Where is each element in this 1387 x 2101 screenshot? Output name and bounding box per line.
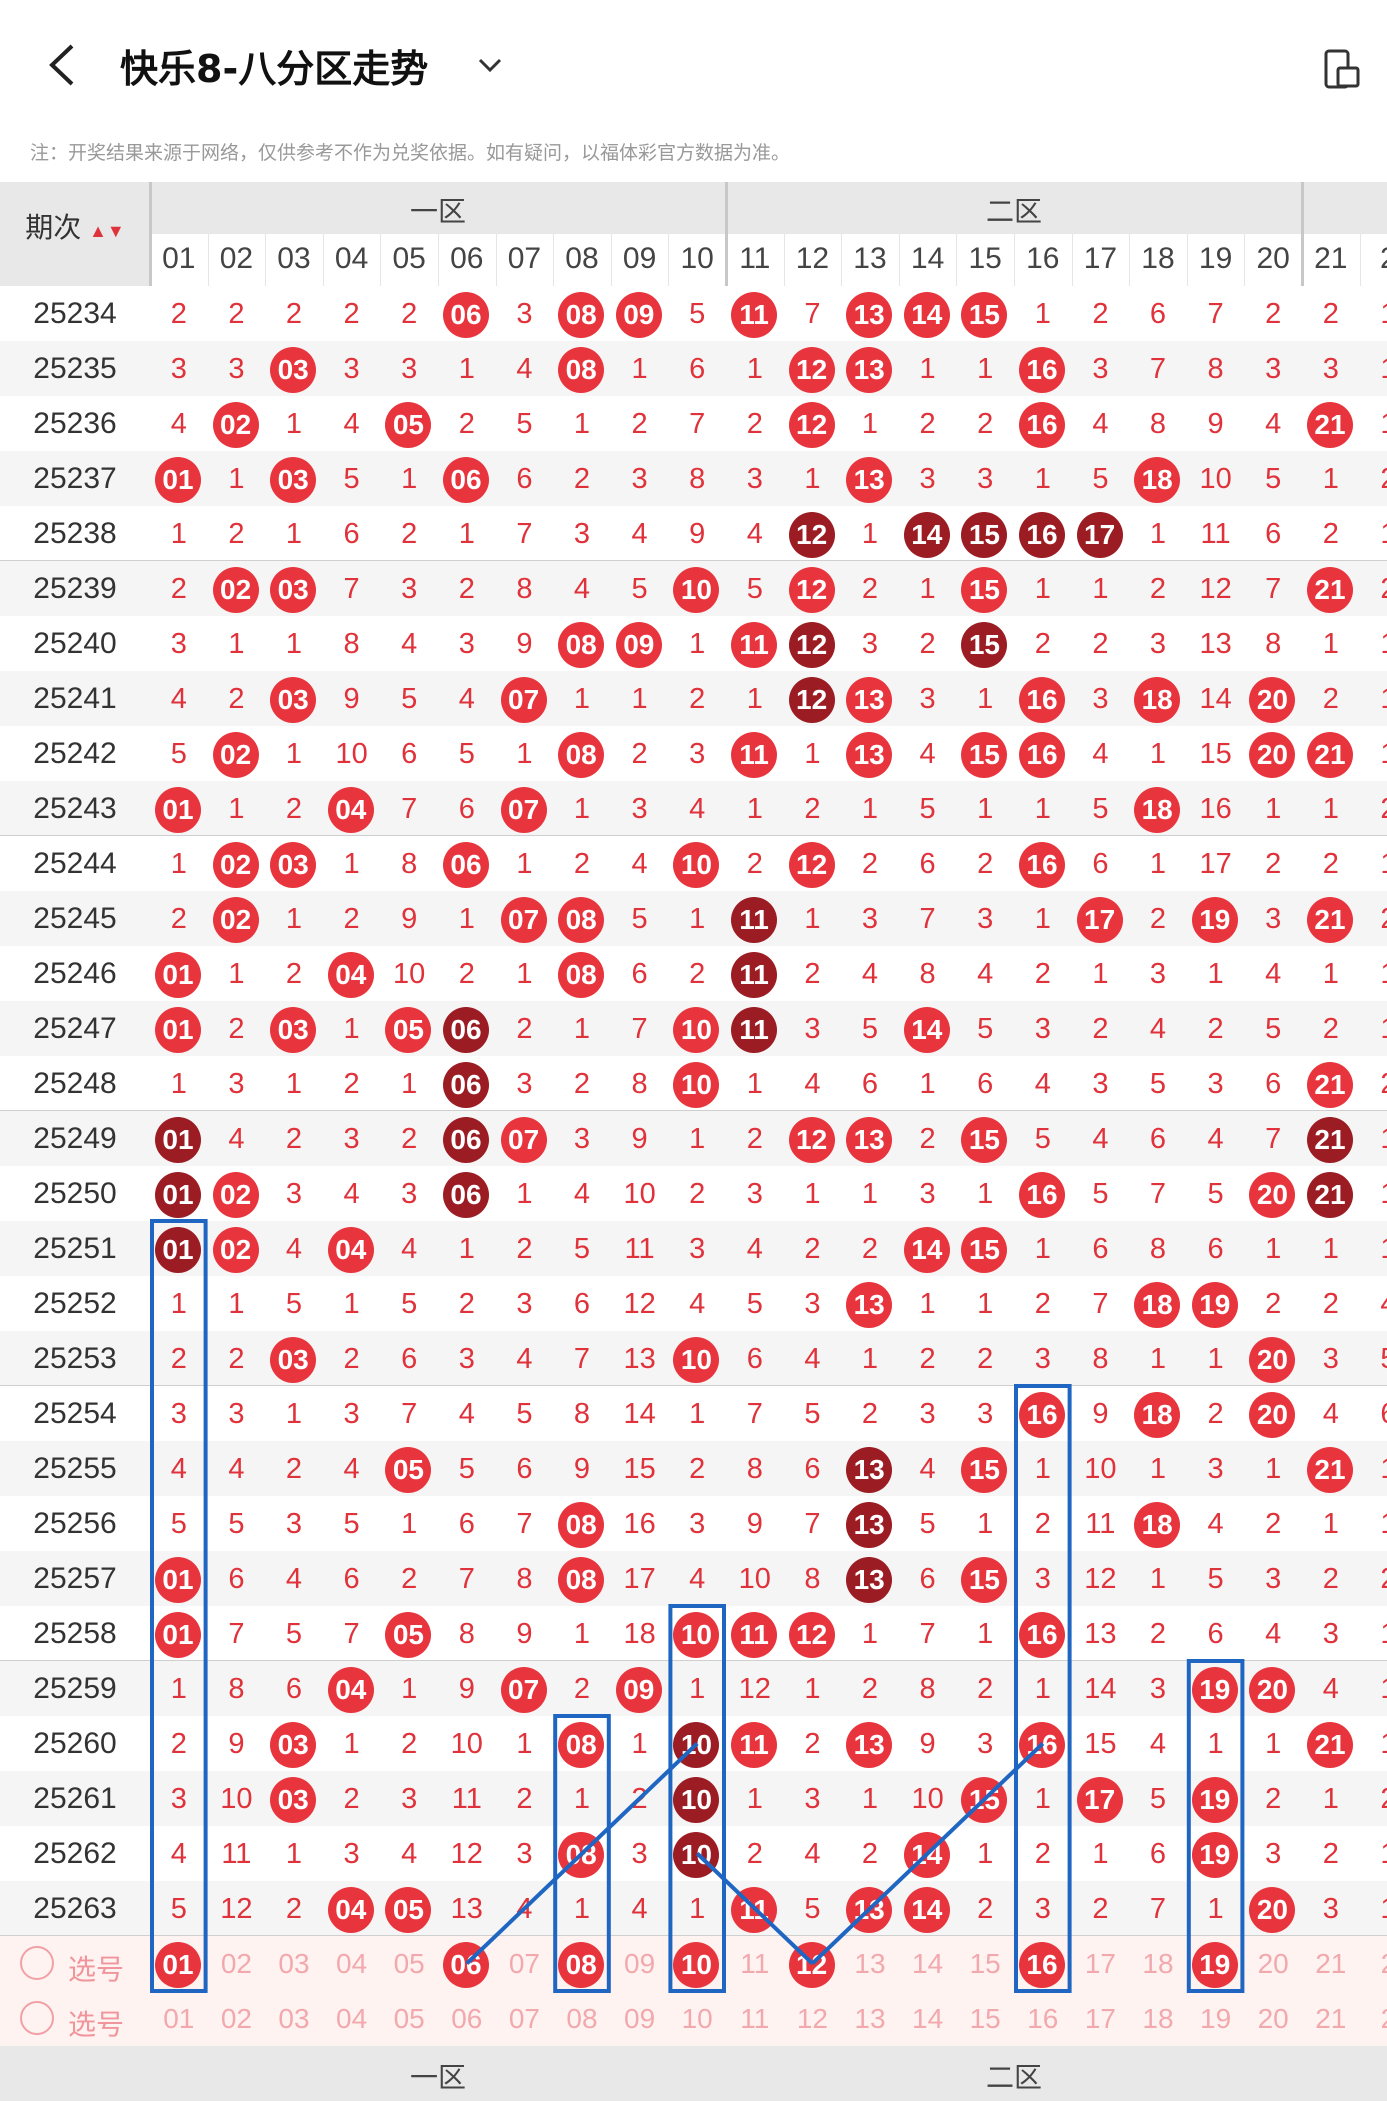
box-col-16 bbox=[1014, 1384, 1072, 1993]
trend-overlay bbox=[150, 1219, 1245, 1993]
box-col-10 bbox=[668, 1604, 727, 1993]
trend-line-3 bbox=[811, 1742, 1045, 1965]
trend-line-2 bbox=[695, 1852, 814, 1965]
trend-line-1 bbox=[465, 1742, 699, 1965]
box-col-19 bbox=[1186, 1659, 1245, 1993]
box-col-01 bbox=[150, 1219, 208, 1993]
